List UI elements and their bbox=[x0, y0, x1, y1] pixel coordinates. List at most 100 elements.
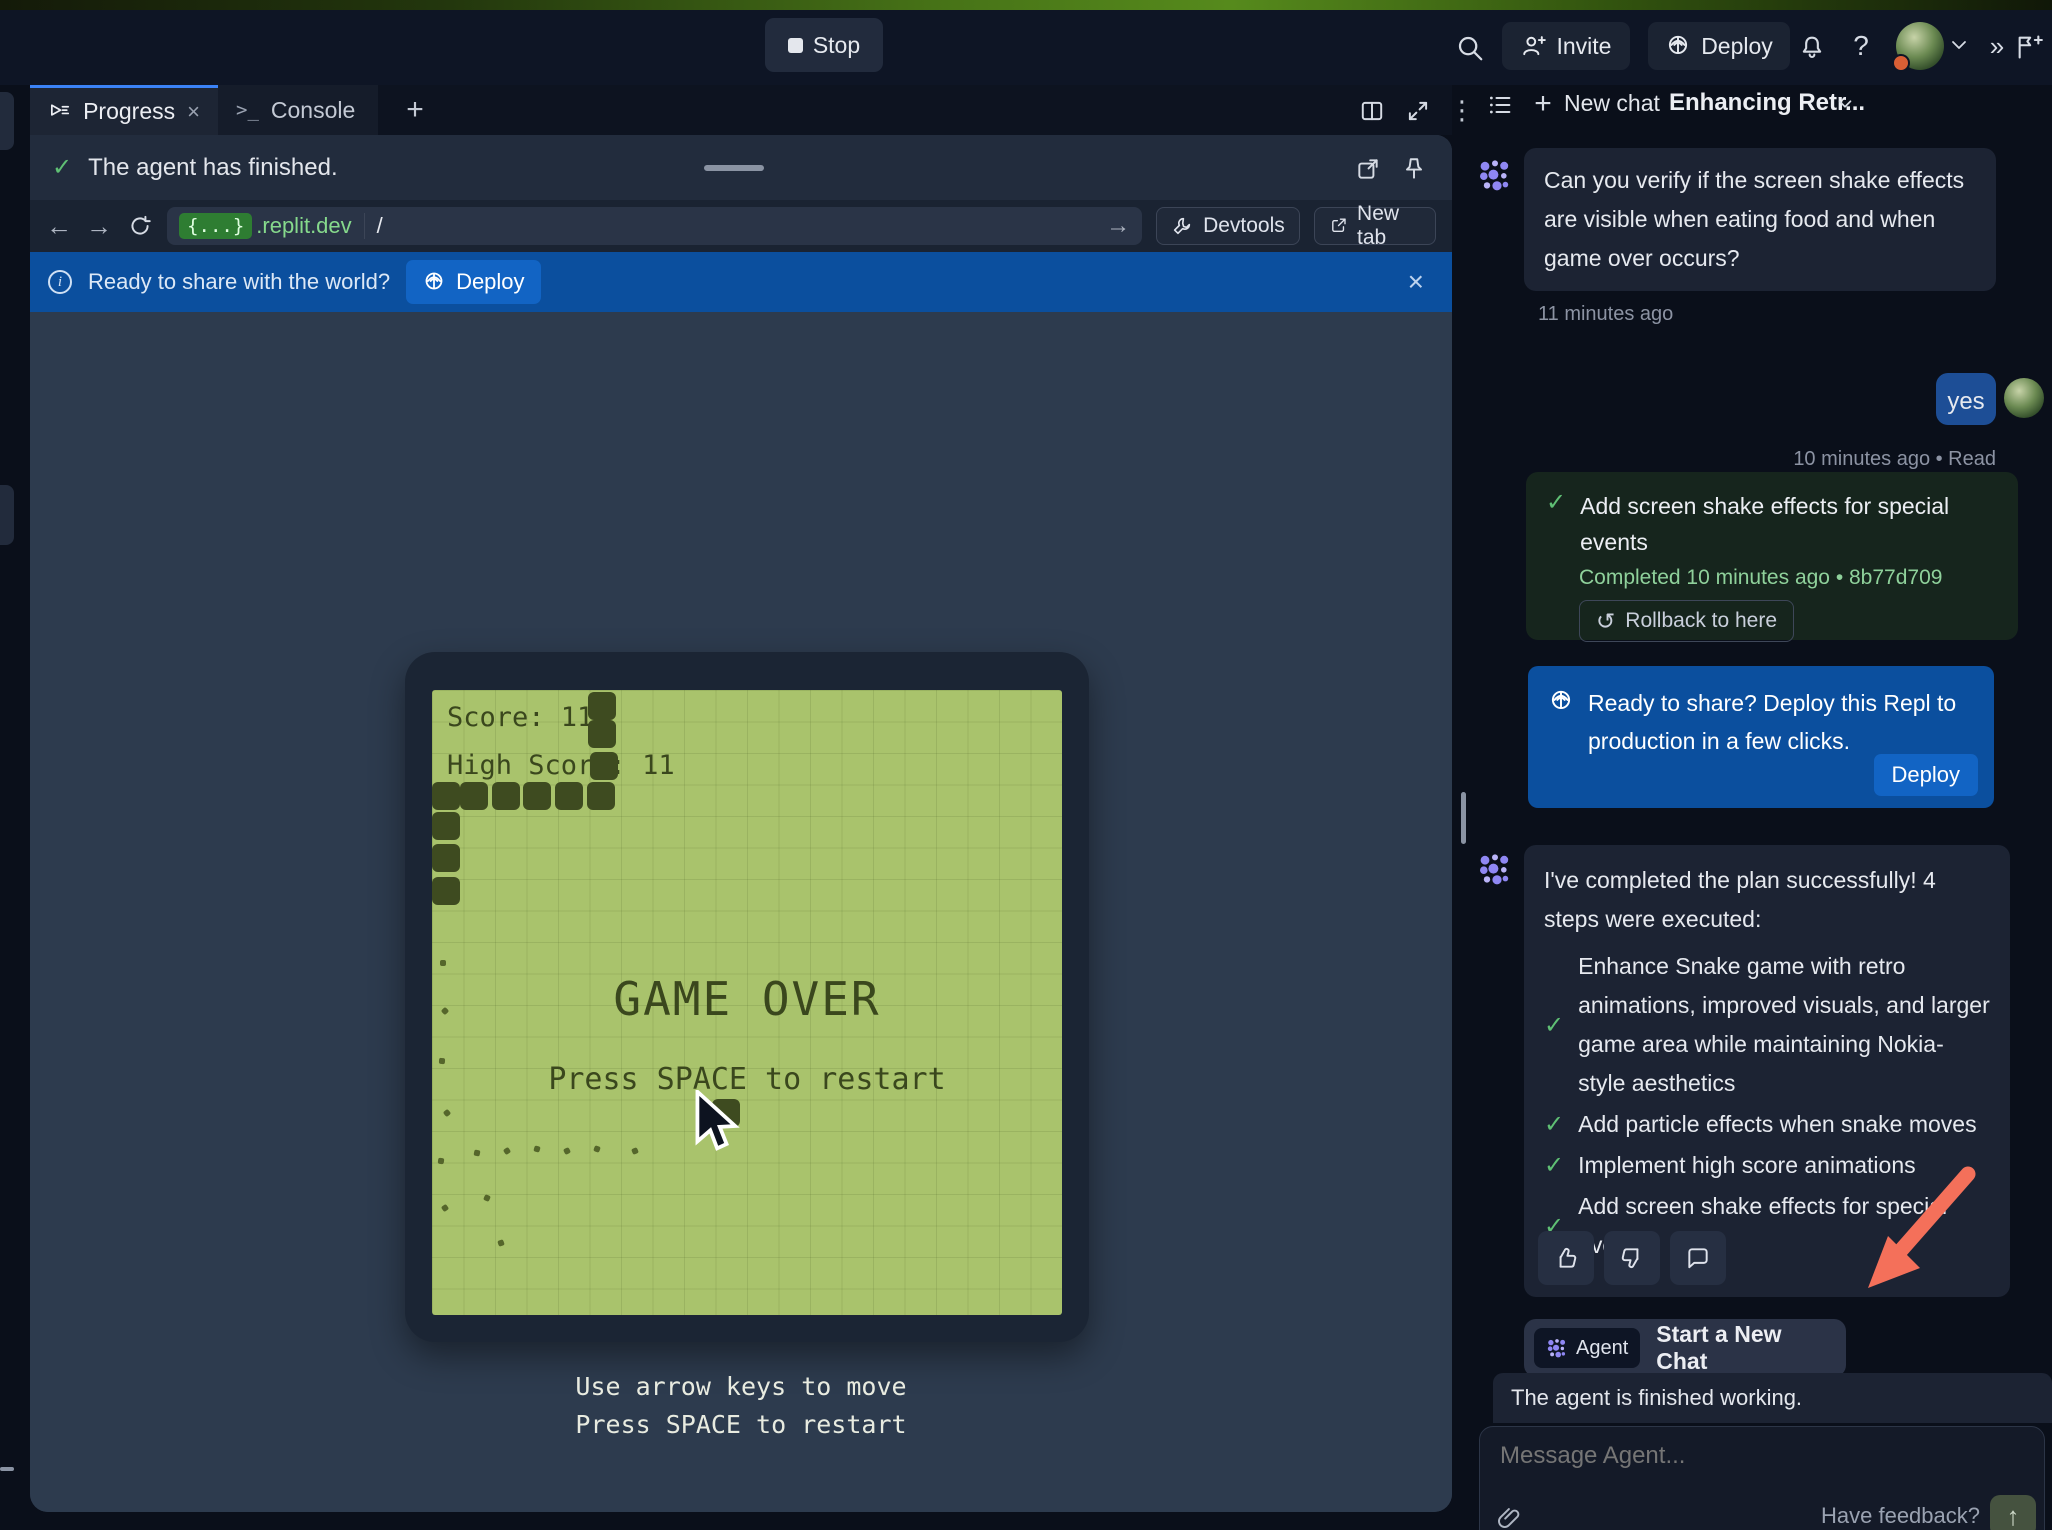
expand-pane-button[interactable] bbox=[1402, 95, 1434, 127]
open-in-window-button[interactable] bbox=[1352, 153, 1384, 185]
task-title: Add screen shake effects for special eve… bbox=[1580, 488, 1980, 560]
user-avatar[interactable] bbox=[1896, 22, 1944, 70]
url-bar[interactable]: {...} .replit.dev / → bbox=[167, 207, 1142, 245]
snake-segment bbox=[523, 782, 551, 810]
new-tab-button[interactable]: New tab bbox=[1314, 207, 1436, 245]
agent-avatar bbox=[1477, 157, 1513, 193]
forward-button[interactable]: → bbox=[86, 211, 112, 242]
banner-deploy-button[interactable]: Deploy bbox=[406, 260, 540, 304]
tab-progress[interactable]: Progress × bbox=[30, 85, 218, 135]
comment-button[interactable] bbox=[1670, 1231, 1726, 1285]
tab-console[interactable]: >_ Console bbox=[218, 85, 378, 135]
rollback-button[interactable]: ↺ Rollback to here bbox=[1579, 600, 1794, 642]
particle bbox=[563, 1147, 571, 1155]
app-preview-content: Score: 11 High Score: 11 GAME OVER Press… bbox=[30, 312, 1452, 1512]
invite-button[interactable]: Invite bbox=[1502, 22, 1630, 70]
deploy-icon bbox=[1665, 33, 1691, 59]
search-icon bbox=[1455, 33, 1485, 63]
tab-close-icon[interactable]: × bbox=[187, 99, 200, 125]
snake-segment bbox=[432, 812, 460, 840]
chat-history-button[interactable] bbox=[1484, 89, 1516, 121]
summary-step: ✓ Add particle effects when snake moves bbox=[1544, 1105, 1990, 1144]
snake-segment bbox=[460, 782, 488, 810]
snake-segment bbox=[590, 752, 618, 780]
progress-tab-icon bbox=[48, 100, 71, 124]
instructions-line-2: Press SPACE to restart bbox=[30, 1410, 1452, 1439]
dock-item[interactable] bbox=[0, 485, 14, 545]
step-text: Add particle effects when snake moves bbox=[1578, 1105, 1990, 1144]
banner-close-icon[interactable]: × bbox=[1408, 266, 1434, 298]
deploy-card-text: Ready to share? Deploy this Repl to prod… bbox=[1588, 684, 1968, 760]
message-agent-input[interactable] bbox=[1498, 1441, 2026, 1471]
preview-pane: ✓ The agent has finished. ← → {...} .rep… bbox=[30, 135, 1452, 1512]
deploy-icon bbox=[1548, 688, 1574, 714]
help-button[interactable]: ? bbox=[1846, 26, 1876, 66]
game-over-subtitle: Press SPACE to restart bbox=[432, 1062, 1062, 1097]
dock-item[interactable] bbox=[0, 92, 14, 150]
snake-segment bbox=[432, 877, 460, 905]
thumbs-up-button[interactable] bbox=[1538, 1231, 1594, 1285]
annotation-arrow bbox=[1850, 1160, 1990, 1310]
pin-icon bbox=[1401, 156, 1427, 182]
feedback-flag-button[interactable] bbox=[2012, 30, 2046, 64]
invite-label: Invite bbox=[1557, 33, 1612, 60]
pin-pane-button[interactable] bbox=[1398, 153, 1430, 185]
banner-deploy-label: Deploy bbox=[456, 269, 524, 295]
particle bbox=[631, 1147, 639, 1155]
replit-workspace: Stop Invite Deploy ? » bbox=[0, 0, 2052, 1530]
send-message-button[interactable]: ↑ bbox=[1990, 1495, 2036, 1530]
refresh-button[interactable] bbox=[126, 213, 153, 239]
stop-button[interactable]: Stop bbox=[765, 18, 883, 72]
left-edge-drag-handle[interactable] bbox=[0, 1467, 14, 1471]
new-tab-plus-button[interactable]: + bbox=[398, 93, 432, 127]
snake-segment bbox=[587, 782, 615, 810]
chevron-down-icon bbox=[1947, 33, 1971, 57]
particle bbox=[438, 1158, 445, 1165]
have-feedback-link[interactable]: Have feedback? bbox=[1821, 1503, 1980, 1529]
panel-resize-handle[interactable] bbox=[1461, 792, 1466, 844]
attach-file-button[interactable] bbox=[1496, 1505, 1522, 1530]
search-button[interactable] bbox=[1452, 30, 1488, 66]
deploy-card-button[interactable]: Deploy bbox=[1874, 754, 1978, 796]
open-in-new-icon bbox=[1355, 156, 1381, 182]
start-new-chat-button[interactable]: Agent Start a New Chat bbox=[1524, 1319, 1846, 1377]
collapse-panel-button[interactable]: » bbox=[1984, 26, 2010, 66]
external-link-icon bbox=[1329, 215, 1347, 237]
particle bbox=[593, 1145, 601, 1153]
user-reply-meta: 10 minutes ago • Read bbox=[1724, 448, 1996, 471]
summary-intro: I've completed the plan successfully! 4 … bbox=[1544, 861, 1984, 939]
deploy-button[interactable]: Deploy bbox=[1648, 22, 1790, 70]
snake-segment bbox=[492, 782, 520, 810]
tab-console-label: Console bbox=[271, 97, 355, 124]
account-menu-chevron[interactable] bbox=[1946, 32, 1972, 58]
agent-chat-panel: + New chat Enhancing Retr... Can you ver… bbox=[1470, 85, 2052, 1530]
task-card: ✓ Add screen shake effects for special e… bbox=[1526, 472, 2018, 640]
snake-game-screen[interactable]: Score: 11 High Score: 11 GAME OVER Press… bbox=[432, 690, 1062, 1315]
back-button[interactable]: ← bbox=[46, 211, 72, 242]
devtools-button[interactable]: Devtools bbox=[1156, 207, 1300, 245]
pane-drag-handle[interactable] bbox=[704, 165, 764, 171]
new-chat-plus-icon[interactable]: + bbox=[1528, 85, 1558, 123]
agent-finished-text: The agent is finished working. bbox=[1511, 1385, 1802, 1411]
expand-icon bbox=[1405, 98, 1431, 124]
user-reply-bubble: yes bbox=[1936, 373, 1996, 425]
particle bbox=[443, 1109, 451, 1117]
go-to-url-icon[interactable]: → bbox=[1106, 212, 1130, 240]
snake-segment bbox=[555, 782, 583, 810]
notifications-button[interactable] bbox=[1795, 30, 1829, 64]
new-chat-button[interactable]: New chat bbox=[1564, 90, 1660, 117]
chat-title-chevron[interactable] bbox=[1832, 91, 1858, 117]
snake-segment bbox=[432, 782, 460, 810]
thumbs-down-icon bbox=[1619, 1245, 1645, 1271]
info-icon: i bbox=[48, 270, 72, 294]
agent-avatar bbox=[1477, 851, 1513, 887]
split-view-button[interactable] bbox=[1356, 95, 1388, 127]
wrench-icon bbox=[1171, 215, 1193, 237]
mouse-cursor bbox=[694, 1090, 742, 1162]
particle bbox=[483, 1194, 491, 1202]
score-label: Score: 11 bbox=[447, 702, 593, 733]
top-bar: Stop Invite Deploy ? » bbox=[0, 10, 2052, 85]
desktop-background-strip bbox=[0, 0, 2052, 10]
devtools-label: Devtools bbox=[1203, 214, 1285, 238]
thumbs-down-button[interactable] bbox=[1604, 1231, 1660, 1285]
